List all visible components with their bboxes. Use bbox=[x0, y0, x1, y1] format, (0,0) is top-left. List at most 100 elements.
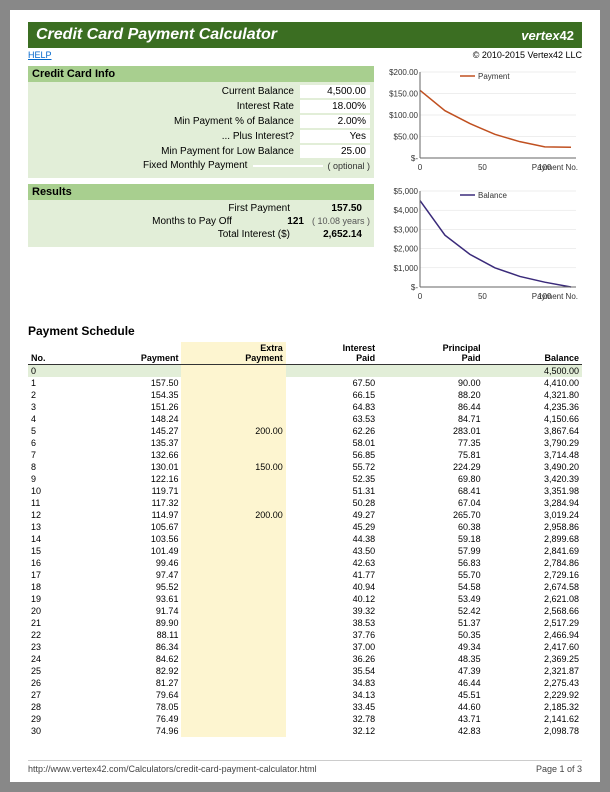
table-cell: 43.50 bbox=[286, 545, 378, 557]
table-cell: 5 bbox=[28, 425, 77, 437]
table-cell: 11 bbox=[28, 497, 77, 509]
table-cell: 77.35 bbox=[378, 437, 483, 449]
svg-text:$150.00: $150.00 bbox=[389, 90, 418, 99]
table-cell: 130.01 bbox=[77, 461, 181, 473]
table-cell: 89.90 bbox=[77, 617, 181, 629]
table-row: 9122.1652.3569.803,420.39 bbox=[28, 473, 582, 485]
table-cell bbox=[181, 533, 285, 545]
table-cell: 8 bbox=[28, 461, 77, 473]
table-cell: 45.29 bbox=[286, 521, 378, 533]
table-cell: 45.51 bbox=[378, 689, 483, 701]
table-cell: 154.35 bbox=[77, 389, 181, 401]
info-label: Min Payment % of Balance bbox=[32, 116, 300, 127]
table-cell: 44.38 bbox=[286, 533, 378, 545]
result-row: First Payment157.50 bbox=[28, 202, 374, 215]
info-label: ... Plus Interest? bbox=[32, 131, 300, 142]
table-row: 2582.9235.5447.392,321.87 bbox=[28, 665, 582, 677]
table-cell: 86.34 bbox=[77, 641, 181, 653]
table-cell bbox=[181, 689, 285, 701]
info-value[interactable]: 4,500.00 bbox=[300, 85, 370, 98]
table-cell: 51.37 bbox=[378, 617, 483, 629]
svg-text:$200.00: $200.00 bbox=[389, 68, 418, 77]
table-cell: 56.85 bbox=[286, 449, 378, 461]
table-cell: 29 bbox=[28, 713, 77, 725]
svg-text:$-: $- bbox=[411, 283, 418, 292]
table-cell bbox=[181, 653, 285, 665]
credit-card-info: Current Balance4,500.00 Interest Rate18.0… bbox=[28, 82, 374, 178]
result-value: 121 bbox=[238, 216, 308, 227]
table-cell: 38.53 bbox=[286, 617, 378, 629]
svg-text:0: 0 bbox=[418, 163, 423, 172]
table-cell: 2,141.62 bbox=[484, 713, 582, 725]
table-row: 2386.3437.0049.342,417.60 bbox=[28, 641, 582, 653]
table-cell: 47.39 bbox=[378, 665, 483, 677]
table-cell: 150.00 bbox=[181, 461, 285, 473]
table-cell: 283.01 bbox=[378, 425, 483, 437]
result-label: Months to Pay Off bbox=[32, 216, 238, 227]
table-cell: 2,275.43 bbox=[484, 677, 582, 689]
table-cell: 3,867.64 bbox=[484, 425, 582, 437]
table-row: 1797.4741.7755.702,729.16 bbox=[28, 569, 582, 581]
help-link[interactable]: HELP bbox=[28, 50, 52, 60]
table-cell bbox=[181, 557, 285, 569]
table-cell: 3 bbox=[28, 401, 77, 413]
info-row: Current Balance4,500.00 bbox=[28, 84, 374, 99]
info-value[interactable] bbox=[253, 165, 323, 167]
table-row: 14103.5644.3859.182,899.68 bbox=[28, 533, 582, 545]
result-row: Total Interest ($)2,652.14 bbox=[28, 228, 374, 241]
table-cell bbox=[181, 521, 285, 533]
table-cell: 95.52 bbox=[77, 581, 181, 593]
info-value[interactable]: 2.00% bbox=[300, 115, 370, 128]
schedule-title: Payment Schedule bbox=[28, 324, 582, 338]
info-value[interactable]: Yes bbox=[300, 130, 370, 143]
balance-chart: $-$1,000$2,000$3,000$4,000$5,000050100Pa… bbox=[382, 185, 582, 305]
table-cell: 101.49 bbox=[77, 545, 181, 557]
table-row: 1895.5240.9454.582,674.58 bbox=[28, 581, 582, 593]
table-cell: 75.81 bbox=[378, 449, 483, 461]
table-cell: 84.71 bbox=[378, 413, 483, 425]
table-cell: 50.35 bbox=[378, 629, 483, 641]
table-cell: 53.49 bbox=[378, 593, 483, 605]
table-cell: 59.18 bbox=[378, 533, 483, 545]
table-cell: 32.78 bbox=[286, 713, 378, 725]
info-value[interactable]: 18.00% bbox=[300, 100, 370, 113]
table-cell: 42.63 bbox=[286, 557, 378, 569]
table-cell: 52.42 bbox=[378, 605, 483, 617]
column-header: No. bbox=[28, 342, 77, 365]
table-row: 2779.6434.1345.512,229.92 bbox=[28, 689, 582, 701]
info-row: Min Payment % of Balance2.00% bbox=[28, 114, 374, 129]
table-cell: 51.31 bbox=[286, 485, 378, 497]
table-row: 6135.3758.0177.353,790.29 bbox=[28, 437, 582, 449]
table-cell: 97.47 bbox=[77, 569, 181, 581]
info-label: Interest Rate bbox=[32, 101, 300, 112]
table-cell: 4,500.00 bbox=[484, 365, 582, 378]
table-cell: 52.35 bbox=[286, 473, 378, 485]
table-cell: 36.26 bbox=[286, 653, 378, 665]
table-cell: 2,417.60 bbox=[484, 641, 582, 653]
table-cell: 2 bbox=[28, 389, 77, 401]
svg-text:$100.00: $100.00 bbox=[389, 111, 418, 120]
table-cell: 200.00 bbox=[181, 509, 285, 521]
payment-chart: $-$50.00$100.00$150.00$200.00050100Payme… bbox=[382, 66, 582, 176]
table-cell: 103.56 bbox=[77, 533, 181, 545]
table-cell: 21 bbox=[28, 617, 77, 629]
table-cell: 114.97 bbox=[77, 509, 181, 521]
table-cell: 18 bbox=[28, 581, 77, 593]
result-row: Months to Pay Off121( 10.08 years ) bbox=[28, 215, 374, 228]
table-cell: 151.26 bbox=[77, 401, 181, 413]
table-cell: 91.74 bbox=[77, 605, 181, 617]
table-cell: 86.44 bbox=[378, 401, 483, 413]
table-cell: 37.76 bbox=[286, 629, 378, 641]
table-cell: 2,841.69 bbox=[484, 545, 582, 557]
table-cell: 34.13 bbox=[286, 689, 378, 701]
result-value: 157.50 bbox=[296, 203, 366, 214]
table-cell bbox=[181, 725, 285, 737]
table-cell: 145.27 bbox=[77, 425, 181, 437]
svg-text:$3,000: $3,000 bbox=[394, 225, 419, 234]
table-row: 4148.2463.5384.714,150.66 bbox=[28, 413, 582, 425]
table-cell: 6 bbox=[28, 437, 77, 449]
info-value[interactable]: 25.00 bbox=[300, 145, 370, 158]
table-cell: 119.71 bbox=[77, 485, 181, 497]
table-row: 11117.3250.2867.043,284.94 bbox=[28, 497, 582, 509]
table-cell: 49.27 bbox=[286, 509, 378, 521]
